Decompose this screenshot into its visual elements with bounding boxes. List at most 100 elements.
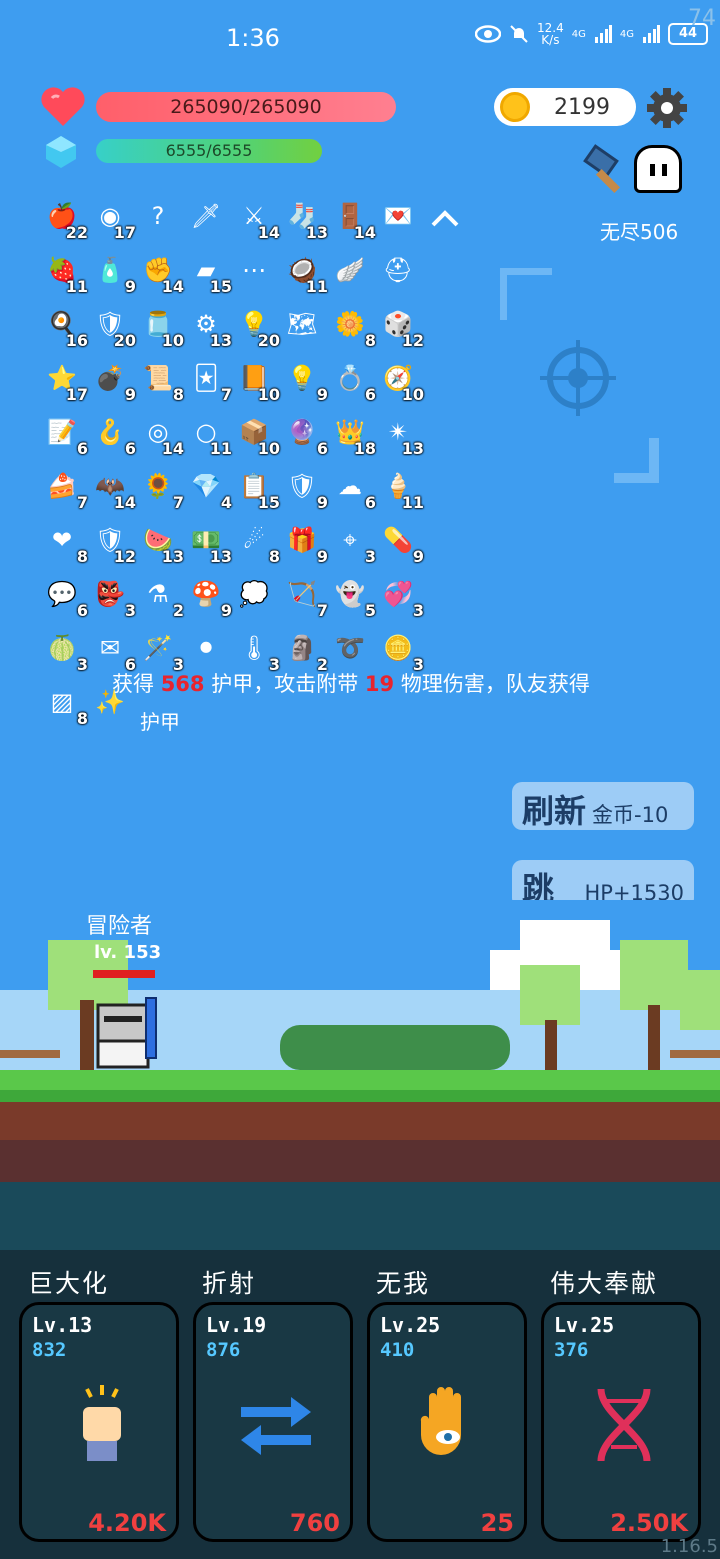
item-gift[interactable]: 🎁 9 — [280, 518, 328, 566]
item-count: 6 — [76, 601, 88, 620]
item-watermelon[interactable]: 🍉 13 — [136, 518, 184, 566]
item-bow[interactable]: 🏹 7 — [280, 572, 328, 620]
item-pill[interactable]: 💊 9 — [376, 518, 424, 566]
skill-card-devotion[interactable]: Lv.25 376 2.50K — [541, 1302, 701, 1542]
item-bat[interactable]: 🦇 14 — [88, 464, 136, 512]
item-noose[interactable]: ➰ — [328, 626, 374, 672]
item-dumbbell[interactable]: ⚙ 13 — [184, 302, 232, 350]
item-ring[interactable]: 💍 6 — [328, 356, 376, 404]
item-eraser[interactable]: ▰ 15 — [184, 248, 232, 296]
item-count: 9 — [316, 547, 328, 566]
item-dice[interactable]: 🎲 12 — [376, 302, 424, 350]
item-halo[interactable]: ○ 11 — [184, 410, 232, 458]
item-wand[interactable]: 🪄 3 — [136, 626, 184, 674]
gear-icon[interactable] — [646, 87, 688, 129]
item-big-sword[interactable]: ⚔ 14 — [232, 194, 280, 242]
badge-icon: 🛡 — [286, 472, 318, 500]
item-spike-ball[interactable]: ✴ 13 — [376, 410, 424, 458]
item-grenade[interactable]: 💣 9 — [88, 356, 136, 404]
item-gem[interactable]: 💎 4 — [184, 464, 232, 512]
flag-cake-icon: 🍰 — [47, 472, 77, 500]
ghost-pet-icon[interactable] — [634, 145, 682, 193]
item-flag-cake[interactable]: 🍰 7 — [40, 464, 88, 512]
item-envelope[interactable]: ✉ 6 — [88, 626, 136, 674]
skill-card-selfless[interactable]: Lv.25 410 25 — [367, 1302, 527, 1542]
item-question[interactable]: ? — [136, 194, 182, 240]
hero-level: lv. 153 — [94, 942, 162, 963]
item-sword[interactable]: 🗡 — [184, 194, 230, 240]
item-count: 3 — [412, 601, 424, 620]
item-count: 13 — [209, 331, 232, 350]
item-door[interactable]: 🚪 14 — [328, 194, 376, 242]
cards-icon: 🃏 — [193, 364, 219, 392]
item-crystal-ball[interactable]: 🔮 6 — [280, 410, 328, 458]
item-count: 7 — [76, 493, 88, 512]
item-apple[interactable]: 🍎 22 — [40, 194, 88, 242]
item-bulb[interactable]: 💡 20 — [232, 302, 280, 350]
item-wing[interactable]: 🪽 — [328, 248, 374, 294]
item-count: 12 — [401, 331, 424, 350]
item-count: 13 — [305, 223, 328, 242]
item-crown[interactable]: 👑 18 — [328, 410, 376, 458]
fist-icon — [83, 1385, 121, 1461]
item-clipboard[interactable]: 📋 15 — [232, 464, 280, 512]
item-jar[interactable]: 🫙 10 — [136, 302, 184, 350]
item-lightbulb[interactable]: 💡 9 — [280, 356, 328, 404]
item-book[interactable]: 📙 10 — [232, 356, 280, 404]
item-meteor[interactable]: ☄ 8 — [232, 518, 280, 566]
item-cauldron[interactable]: ⚫ — [184, 626, 230, 672]
item-count: 8 — [268, 547, 280, 566]
item-love-letter[interactable]: 💌 — [376, 194, 422, 240]
hammer-tool-icon[interactable] — [574, 142, 630, 198]
item-ice-cream[interactable]: 🍦 11 — [376, 464, 424, 512]
item-note[interactable]: 📝 6 — [40, 410, 88, 458]
item-striped-box[interactable]: ▨ 8 — [40, 680, 88, 728]
question-icon: ? — [151, 202, 165, 230]
item-goblin[interactable]: 👺 3 — [88, 572, 136, 620]
effect-message: 获得 568 护甲，攻击附带 19 物理伤害，队友获得 — [112, 672, 590, 696]
item-hook[interactable]: 🪝 6 — [88, 410, 136, 458]
chevron-up-icon[interactable] — [427, 201, 463, 237]
item-badge[interactable]: 🛡 9 — [280, 464, 328, 512]
item-target-ring[interactable]: ◎ 14 — [136, 410, 184, 458]
item-lime[interactable]: 🍈 3 — [40, 626, 88, 674]
item-sock[interactable]: 🧦 13 — [280, 194, 328, 242]
item-hearts[interactable]: 💞 3 — [376, 572, 424, 620]
item-mushroom[interactable]: 🍄 9 — [184, 572, 232, 620]
cloud-icon: ☁ — [338, 472, 362, 500]
item-shield-blue[interactable]: 🛡 20 — [88, 302, 136, 350]
refresh-button[interactable]: 刷新 金币-10 — [512, 782, 694, 830]
item-box[interactable]: 📦 10 — [232, 410, 280, 458]
item-cards[interactable]: 🃏 7 — [184, 356, 232, 404]
item-crosshair[interactable]: ⌖ 3 — [328, 518, 376, 566]
item-sunflower[interactable]: 🌻 7 — [136, 464, 184, 512]
item-ghost[interactable]: 👻 5 — [328, 572, 376, 620]
item-compass[interactable]: 🧭 10 — [376, 356, 424, 404]
item-helmet[interactable]: ⛑ — [376, 248, 422, 294]
item-heart[interactable]: ❤ 8 — [40, 518, 88, 566]
lime-icon: 🍈 — [47, 634, 77, 662]
item-thermometer[interactable]: 🌡 3 — [232, 626, 280, 674]
item-fist[interactable]: ✊ 14 — [136, 248, 184, 296]
item-cloud[interactable]: ☁ 6 — [328, 464, 376, 512]
item-money[interactable]: 💵 13 — [184, 518, 232, 566]
item-map[interactable]: 🗺 — [280, 302, 326, 348]
item-red-shield[interactable]: 🛡 12 — [88, 518, 136, 566]
fps-counter: 74 — [688, 6, 716, 31]
skill-card-refraction[interactable]: Lv.19 876 760 — [193, 1302, 353, 1542]
item-coins[interactable]: 🪙 3 — [376, 626, 424, 674]
skill-card-giant[interactable]: Lv.13 832 4.20K — [19, 1302, 179, 1542]
item-nodes[interactable]: ⋯ — [232, 248, 278, 294]
item-flask[interactable]: ⚗ 2 — [136, 572, 184, 620]
item-scroll[interactable]: 📜 8 — [136, 356, 184, 404]
item-totem[interactable]: 🗿 2 — [280, 626, 328, 674]
item-egg[interactable]: 🍳 16 — [40, 302, 88, 350]
item-coconut[interactable]: 🥥 11 — [280, 248, 328, 296]
item-chat-blue[interactable]: 💬 6 — [40, 572, 88, 620]
item-chat-white[interactable]: 💭 — [232, 572, 278, 618]
item-star-card[interactable]: ⭐ 17 — [40, 356, 88, 404]
item-flower[interactable]: 🌼 8 — [328, 302, 376, 350]
item-shield-wood[interactable]: ◉ 17 — [88, 194, 136, 242]
item-spray[interactable]: 🧴 9 — [88, 248, 136, 296]
item-strawberry[interactable]: 🍓 11 — [40, 248, 88, 296]
